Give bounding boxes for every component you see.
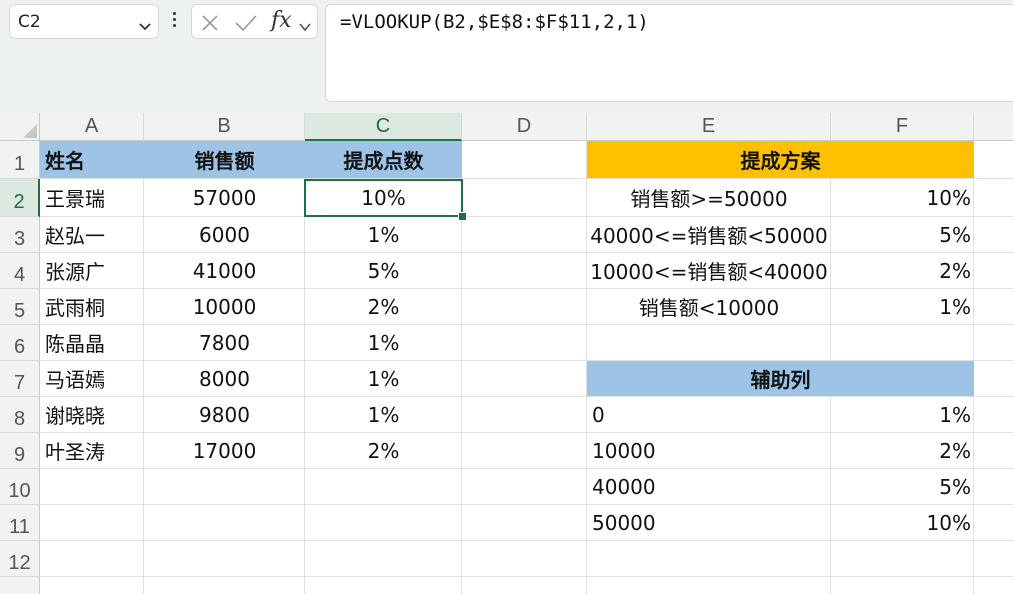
cell-b7[interactable]: 8000 bbox=[144, 361, 305, 396]
active-cell-selection bbox=[304, 179, 463, 217]
check-icon[interactable] bbox=[234, 13, 258, 37]
cell-c4[interactable]: 5% bbox=[305, 253, 462, 288]
row-header-11[interactable]: 11 bbox=[0, 505, 40, 541]
cell-b6[interactable]: 7800 bbox=[144, 325, 305, 360]
formula-text: =VLOOKUP(B2,$E$8:$F$11,2,1) bbox=[340, 11, 649, 33]
cell-e7-helper-title[interactable]: 辅助列 bbox=[587, 361, 974, 396]
cell-e4[interactable]: 10000<=销售额<40000 bbox=[587, 253, 831, 288]
cell-c7[interactable]: 1% bbox=[305, 361, 462, 396]
cell-c8[interactable]: 1% bbox=[305, 397, 462, 432]
formula-tools: fx bbox=[191, 4, 318, 39]
row-header-10[interactable]: 10 bbox=[0, 469, 40, 505]
row-header-1[interactable]: 1 bbox=[0, 141, 40, 179]
cell-e9[interactable]: 10000 bbox=[587, 433, 831, 468]
more-vertical-icon[interactable] bbox=[171, 10, 179, 30]
cell-f4[interactable]: 2% bbox=[831, 253, 974, 288]
cell-b3[interactable]: 6000 bbox=[144, 217, 305, 252]
function-icon[interactable]: fx bbox=[271, 8, 292, 33]
gridline bbox=[40, 540, 1013, 541]
name-box[interactable]: C2 bbox=[9, 4, 159, 39]
cell-b2[interactable]: 57000 bbox=[144, 179, 305, 216]
cell-f3[interactable]: 5% bbox=[831, 217, 974, 252]
gridline bbox=[40, 576, 1013, 577]
column-header-e[interactable]: E bbox=[587, 113, 831, 141]
cell-e5[interactable]: 销售额<10000 bbox=[587, 289, 831, 324]
cell-a8[interactable]: 谢晓晓 bbox=[40, 397, 144, 432]
name-box-value: C2 bbox=[18, 12, 41, 32]
cell-c5[interactable]: 2% bbox=[305, 289, 462, 324]
cell-a5[interactable]: 武雨桐 bbox=[40, 289, 144, 324]
cell-b5[interactable]: 10000 bbox=[144, 289, 305, 324]
row-header-13[interactable] bbox=[0, 577, 40, 594]
cell-f2[interactable]: 10% bbox=[831, 179, 974, 216]
row-header-5[interactable]: 5 bbox=[0, 289, 40, 325]
row-header-6[interactable]: 6 bbox=[0, 325, 40, 361]
row-header-12[interactable]: 12 bbox=[0, 541, 40, 577]
column-header-g[interactable] bbox=[974, 113, 1013, 141]
row-header-3[interactable]: 3 bbox=[0, 217, 40, 253]
fill-handle[interactable] bbox=[458, 212, 467, 221]
cell-f10[interactable]: 5% bbox=[831, 469, 974, 504]
spreadsheet-grid[interactable]: A B C D E F 1 2 3 4 5 6 7 8 9 10 11 12 姓… bbox=[0, 113, 1013, 594]
row-header-2[interactable]: 2 bbox=[0, 179, 40, 217]
cell-b9[interactable]: 17000 bbox=[144, 433, 305, 468]
row-header-4[interactable]: 4 bbox=[0, 253, 40, 289]
column-header-b[interactable]: B bbox=[144, 113, 305, 141]
cell-e1-plan-title[interactable]: 提成方案 bbox=[587, 141, 974, 178]
cell-e2[interactable]: 销售额>=50000 bbox=[587, 179, 831, 216]
cell-a4[interactable]: 张源广 bbox=[40, 253, 144, 288]
column-header-c[interactable]: C bbox=[305, 113, 462, 141]
cell-b1[interactable]: 销售额 bbox=[144, 141, 305, 178]
cell-e11[interactable]: 50000 bbox=[587, 505, 831, 540]
cell-a9[interactable]: 叶圣涛 bbox=[40, 433, 144, 468]
cell-b8[interactable]: 9800 bbox=[144, 397, 305, 432]
cell-e8[interactable]: 0 bbox=[587, 397, 831, 432]
cell-a1[interactable]: 姓名 bbox=[40, 141, 144, 178]
cell-e10[interactable]: 40000 bbox=[587, 469, 831, 504]
cell-f8[interactable]: 1% bbox=[831, 397, 974, 432]
cell-e3[interactable]: 40000<=销售额<50000 bbox=[587, 217, 831, 252]
cell-c1[interactable]: 提成点数 bbox=[305, 141, 462, 178]
row-header-8[interactable]: 8 bbox=[0, 397, 40, 433]
chevron-down-icon[interactable] bbox=[299, 17, 311, 36]
cell-a3[interactable]: 赵弘一 bbox=[40, 217, 144, 252]
cell-c6[interactable]: 1% bbox=[305, 325, 462, 360]
column-header-d[interactable]: D bbox=[462, 113, 587, 141]
cell-a2[interactable]: 王景瑞 bbox=[40, 179, 144, 216]
chevron-down-icon[interactable] bbox=[138, 17, 152, 36]
column-header-a[interactable]: A bbox=[40, 113, 144, 141]
formula-bar-area: C2 fx =VLOOKUP(B2,$E$8:$F$11,2,1) bbox=[0, 0, 1013, 112]
cell-f11[interactable]: 10% bbox=[831, 505, 974, 540]
select-all-corner[interactable] bbox=[0, 113, 40, 141]
row-header-7[interactable]: 7 bbox=[0, 361, 40, 397]
cell-f5[interactable]: 1% bbox=[831, 289, 974, 324]
cell-b4[interactable]: 41000 bbox=[144, 253, 305, 288]
column-header-f[interactable]: F bbox=[831, 113, 974, 141]
cell-c9[interactable]: 2% bbox=[305, 433, 462, 468]
cell-f9[interactable]: 2% bbox=[831, 433, 974, 468]
cell-a7[interactable]: 马语嫣 bbox=[40, 361, 144, 396]
cell-c3[interactable]: 1% bbox=[305, 217, 462, 252]
cell-a6[interactable]: 陈晶晶 bbox=[40, 325, 144, 360]
row-header-9[interactable]: 9 bbox=[0, 433, 40, 469]
cancel-icon[interactable] bbox=[200, 13, 220, 37]
formula-input[interactable]: =VLOOKUP(B2,$E$8:$F$11,2,1) bbox=[325, 4, 1013, 102]
